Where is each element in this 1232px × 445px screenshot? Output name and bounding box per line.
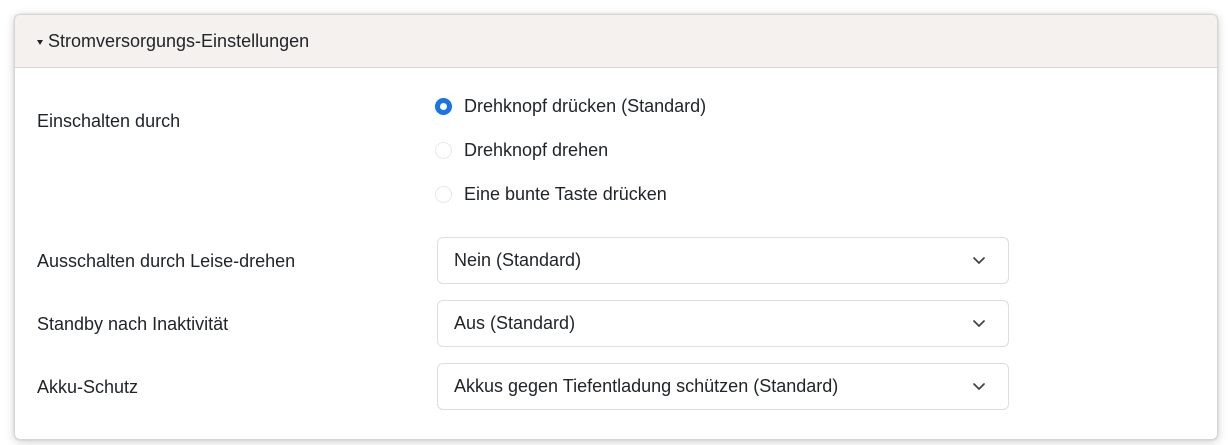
section-header-toggle[interactable]: Stromversorgungs-Einstellungen <box>15 15 1217 68</box>
section-title: Stromversorgungs-Einstellungen <box>48 30 310 51</box>
standby-select[interactable]: Aus (Standard) <box>437 300 1009 347</box>
radio-option-turn-knob[interactable]: Drehknopf drehen <box>435 135 706 165</box>
chevron-down-icon <box>973 319 985 327</box>
chevron-down-icon <box>973 382 985 390</box>
power-off-volume-label: Ausschalten durch Leise-drehen <box>37 251 296 271</box>
select-value: Aus (Standard) <box>454 313 576 333</box>
radio-button[interactable] <box>435 185 452 203</box>
battery-protection-select[interactable]: Akkus gegen Tiefentladung schützen (Stan… <box>437 363 1009 410</box>
radio-option-press-knob[interactable]: Drehknopf drücken (Standard) <box>435 91 706 121</box>
radio-label: Eine bunte Taste drücken <box>464 183 667 204</box>
select-value: Nein (Standard) <box>454 250 582 270</box>
power-on-radio-group: Drehknopf drücken (Standard) Drehknopf d… <box>435 91 706 223</box>
battery-protection-label: Akku-Schutz <box>37 377 139 397</box>
power-off-volume-select[interactable]: Nein (Standard) <box>437 237 1009 284</box>
caret-down-icon <box>37 39 43 45</box>
radio-button-checked[interactable] <box>435 97 452 115</box>
power-on-label: Einschalten durch <box>37 111 181 131</box>
radio-label: Drehknopf drehen <box>464 139 609 160</box>
standby-label: Standby nach Inaktivität <box>37 314 229 334</box>
radio-option-colored-button[interactable]: Eine bunte Taste drücken <box>435 179 706 209</box>
radio-label: Drehknopf drücken (Standard) <box>464 95 707 116</box>
chevron-down-icon <box>973 256 985 264</box>
power-settings-panel: Stromversorgungs-Einstellungen Einschalt… <box>14 14 1218 440</box>
select-value: Akkus gegen Tiefentladung schützen (Stan… <box>454 376 839 396</box>
radio-button[interactable] <box>435 141 452 159</box>
